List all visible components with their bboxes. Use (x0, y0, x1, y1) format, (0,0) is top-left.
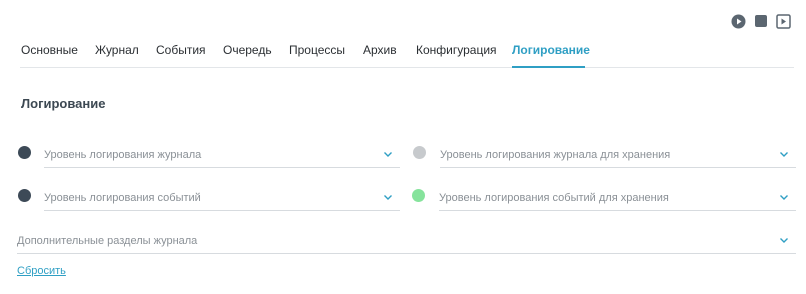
active-tab-indicator (512, 66, 585, 68)
tab-journal[interactable]: Журнал (95, 43, 139, 57)
chevron-down-icon (780, 195, 788, 200)
extra-journal-sections-placeholder: Дополнительные разделы журнала (17, 235, 198, 247)
section-title: Логирование (21, 96, 106, 111)
journal-storage-level-status-dot (413, 146, 426, 159)
chevron-down-icon (384, 152, 392, 157)
play-icon[interactable] (730, 13, 746, 29)
events-level-select[interactable]: Уровень логирования событий (44, 187, 400, 211)
extra-journal-sections-select[interactable]: Дополнительные разделы журнала (17, 230, 796, 254)
reset-link[interactable]: Сбросить (17, 265, 66, 277)
journal-storage-level-select[interactable]: Уровень логирования журнала для хранения (440, 144, 796, 168)
tab-archive[interactable]: Архив (363, 43, 397, 57)
tab-events[interactable]: События (156, 43, 206, 57)
journal-level-status-dot (18, 146, 31, 159)
tab-logging[interactable]: Логирование (512, 43, 590, 57)
tab-main[interactable]: Основные (21, 43, 78, 57)
chevron-down-icon (780, 238, 788, 243)
journal-storage-level-placeholder: Уровень логирования журнала для хранения (440, 149, 671, 161)
tab-queue[interactable]: Очередь (223, 43, 272, 57)
step-forward-icon[interactable] (775, 13, 791, 29)
events-storage-level-status-dot (412, 189, 425, 202)
journal-level-placeholder: Уровень логирования журнала (44, 149, 202, 161)
tab-processes[interactable]: Процессы (289, 43, 345, 57)
tab-bar: Основные Журнал События Очередь Процессы… (20, 38, 794, 68)
events-storage-level-select[interactable]: Уровень логирования событий для хранения (439, 187, 796, 211)
tab-configuration[interactable]: Конфигурация (416, 43, 497, 57)
events-level-placeholder: Уровень логирования событий (44, 192, 201, 204)
stop-icon[interactable] (753, 13, 769, 29)
events-level-status-dot (18, 189, 31, 202)
events-storage-level-placeholder: Уровень логирования событий для хранения (439, 192, 669, 204)
journal-level-select[interactable]: Уровень логирования журнала (44, 144, 400, 168)
chevron-down-icon (384, 195, 392, 200)
chevron-down-icon (780, 152, 788, 157)
